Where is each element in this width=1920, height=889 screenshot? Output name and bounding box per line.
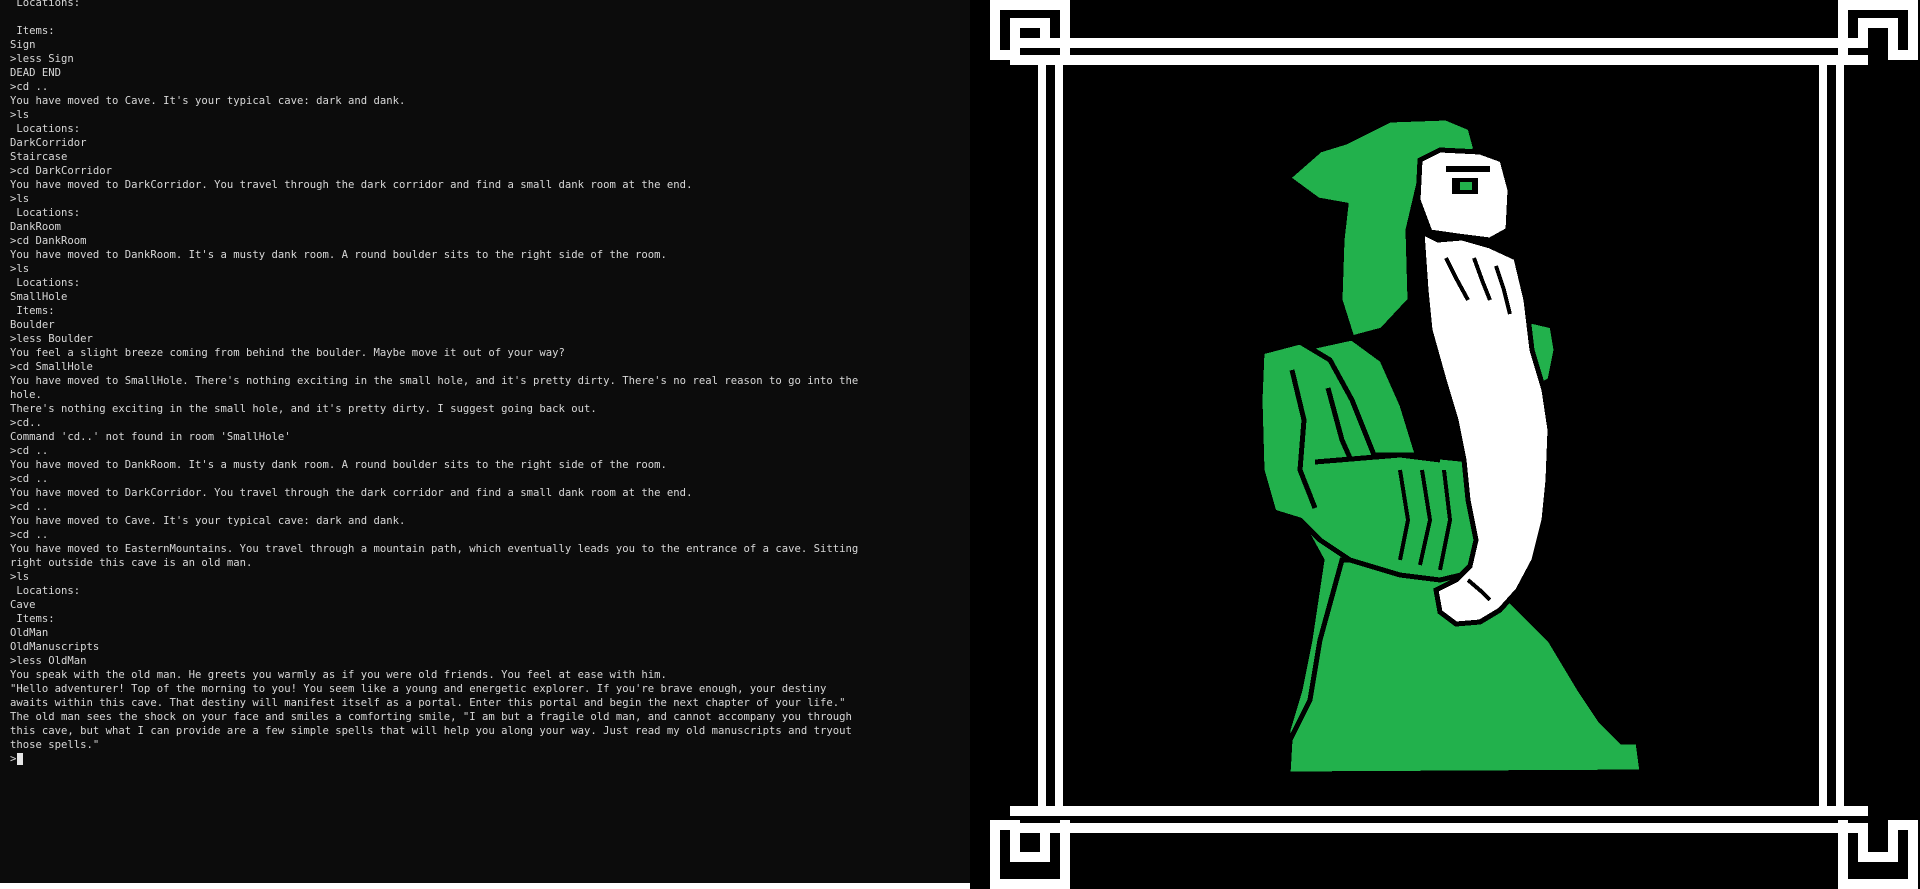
terminal-window[interactable]: Locations: Items: Sign >less Sign DEAD END >…	[0, 0, 970, 883]
terminal-command-line: >less Sign	[10, 53, 74, 65]
terminal-output-line: Staircase	[10, 151, 68, 163]
terminal-output: Locations: Items: Sign >less Sign DEAD END >…	[10, 0, 910, 766]
terminal-command-line: >cd..	[10, 417, 42, 429]
terminal-output-line: You have moved to DarkCorridor. You trav…	[10, 487, 693, 499]
terminal-output-line: those spells."	[10, 739, 100, 751]
terminal-output-line: DEAD END	[10, 67, 62, 79]
pixel-art-panel	[970, 0, 1920, 889]
prompt-symbol: >	[10, 753, 17, 765]
wizard-figure	[1255, 115, 1645, 777]
terminal-output-line: right outside this cave is an old man.	[10, 557, 253, 569]
terminal-output-line: Boulder	[10, 319, 55, 331]
frame-bottom-bar-inner	[1010, 806, 1868, 816]
terminal-command-line: >cd ..	[10, 473, 49, 485]
terminal-output-line: Items:	[10, 25, 55, 37]
app-root: Locations: Items: Sign >less Sign DEAD END >…	[0, 0, 1920, 889]
terminal-output-line: "Hello adventurer! Top of the morning to…	[10, 683, 827, 695]
terminal-output-line: OldManuscripts	[10, 641, 100, 653]
frame-right-bar-outer	[1836, 60, 1844, 812]
frame-corner-top-left	[990, 0, 1070, 60]
terminal-command-line: >cd DarkCorridor	[10, 165, 113, 177]
terminal-output-line: The old man sees the shock on your face …	[10, 711, 852, 723]
terminal-output-line: DarkCorridor	[10, 137, 87, 149]
terminal-output-line: You have moved to SmallHole. There's not…	[10, 375, 859, 387]
terminal-output-line: DankRoom	[10, 221, 62, 233]
frame-left-bar-inner	[1055, 60, 1063, 812]
frame-top-bar-inner	[1010, 55, 1868, 65]
terminal-output-line: There's nothing exciting in the small ho…	[10, 403, 597, 415]
terminal-output-line: Sign	[10, 39, 36, 51]
terminal-command-line: >ls	[10, 263, 30, 275]
terminal-command-line: >ls	[10, 193, 30, 205]
wizard-face	[1415, 147, 1513, 243]
terminal-command-line: >cd ..	[10, 529, 49, 541]
terminal-output-line: You feel a slight breeze coming from beh…	[10, 347, 565, 359]
terminal-output-line: SmallHole	[10, 291, 68, 303]
terminal-output-line: awaits within this cave. That destiny wi…	[10, 697, 846, 709]
terminal-command-line: >less Boulder	[10, 333, 93, 345]
frame-corner-top-right	[1838, 0, 1918, 60]
terminal-command-line: >cd ..	[10, 445, 49, 457]
frame-bottom-bar-outer	[1010, 823, 1868, 833]
terminal-command-line: >cd ..	[10, 81, 49, 93]
terminal-output-line: Locations:	[10, 277, 81, 289]
terminal-output-line: Items:	[10, 305, 55, 317]
wizard-brow	[1446, 166, 1490, 172]
terminal-command-line: >ls	[10, 571, 30, 583]
frame-right-bar-inner	[1819, 60, 1827, 812]
terminal-command-line: >cd ..	[10, 501, 49, 513]
terminal-output-line: hole.	[10, 389, 42, 401]
terminal-output-line: Command 'cd..' not found in room 'SmallH…	[10, 431, 291, 443]
terminal-output-line: Locations:	[10, 123, 81, 135]
terminal-output-line: You have moved to Cave. It's your typica…	[10, 95, 406, 107]
terminal-output-line: Locations:	[10, 0, 81, 9]
terminal-output-line: Items:	[10, 613, 55, 625]
wizard-eye-iris	[1460, 182, 1472, 190]
terminal-output-line: You have moved to DankRoom. It's a musty…	[10, 249, 667, 261]
terminal-command-line: >ls	[10, 109, 30, 121]
frame-left-bar-outer	[1038, 60, 1046, 812]
terminal-output-line: Locations:	[10, 207, 81, 219]
terminal-output-line: You have moved to EasternMountains. You …	[10, 543, 859, 555]
terminal-output-line: You have moved to DankRoom. It's a musty…	[10, 459, 667, 471]
terminal-output-line: You speak with the old man. He greets yo…	[10, 669, 667, 681]
terminal-output-line: this cave, but what I can provide are a …	[10, 725, 852, 737]
terminal-output-line: OldMan	[10, 627, 49, 639]
wizard-illustration	[990, 0, 1918, 889]
terminal-output-line: You have moved to Cave. It's your typica…	[10, 515, 406, 527]
frame-top-bar-outer	[1010, 38, 1868, 48]
text-cursor	[17, 753, 24, 765]
terminal-output-line: Locations:	[10, 585, 81, 597]
terminal-command-line: >cd DankRoom	[10, 235, 87, 247]
terminal-command-line: >cd SmallHole	[10, 361, 93, 373]
terminal-output-line: Cave	[10, 599, 36, 611]
terminal-output-line: You have moved to DarkCorridor. You trav…	[10, 179, 693, 191]
terminal-command-line: >less OldMan	[10, 655, 87, 667]
terminal-prompt[interactable]: >	[10, 752, 910, 766]
